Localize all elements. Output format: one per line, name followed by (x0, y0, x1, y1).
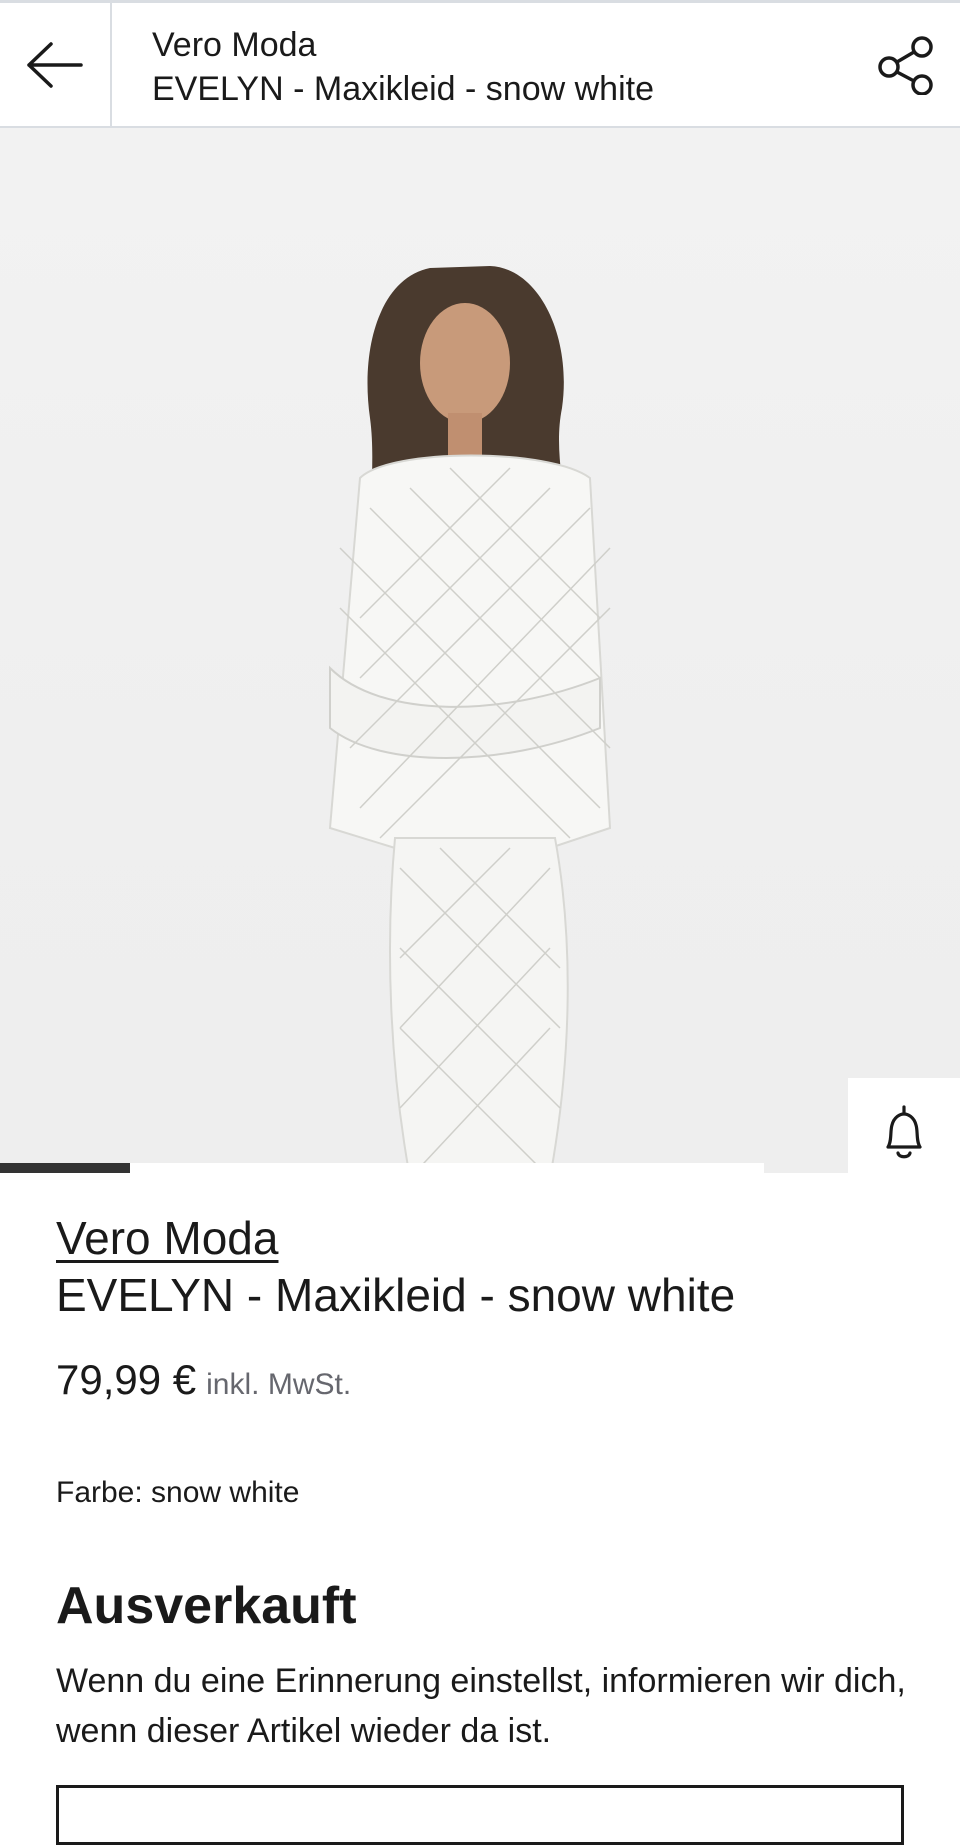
model-photo (328, 266, 612, 1173)
arrow-left-icon (27, 41, 83, 88)
gallery-progress-fill (0, 1163, 130, 1173)
price: 79,99 € (56, 1356, 197, 1403)
product-info: Vero Moda EVELYN - Maxikleid - snow whit… (56, 1210, 916, 1756)
top-bar: Vero Moda EVELYN - Maxikleid - snow whit… (0, 0, 960, 128)
price-note: inkl. MwSt. (206, 1368, 352, 1401)
bell-icon (886, 1105, 922, 1159)
header-text: Vero Moda EVELYN - Maxikleid - snow whit… (152, 23, 654, 111)
reminder-notice: Wenn du eine Erinnerung einstellst, info… (56, 1662, 906, 1750)
header-brand: Vero Moda (152, 26, 317, 64)
product-title: EVELYN - Maxikleid - snow white (56, 1269, 736, 1321)
back-button[interactable] (0, 3, 112, 126)
product-image[interactable] (0, 128, 960, 1173)
price-row: 79,99 € inkl. MwSt. (56, 1356, 916, 1404)
share-icon (878, 36, 933, 95)
set-reminder-button[interactable] (56, 1785, 904, 1845)
gallery-progress (0, 1163, 764, 1173)
header-title: EVELYN - Maxikleid - snow white (152, 70, 654, 108)
stock-status: Ausverkauft (56, 1577, 357, 1635)
reminder-button[interactable] (848, 1078, 960, 1173)
share-button[interactable] (874, 33, 938, 97)
color-label: Farbe: snow white (56, 1476, 300, 1509)
image-side-actions (848, 1078, 960, 1173)
brand-link[interactable]: Vero Moda (56, 1210, 278, 1266)
